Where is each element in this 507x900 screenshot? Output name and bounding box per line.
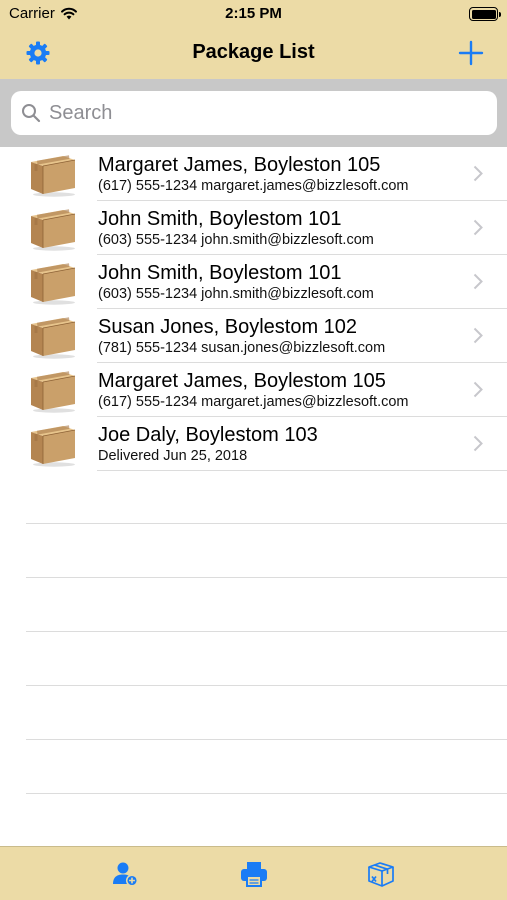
cardboard-box-icon xyxy=(28,367,78,413)
package-subtitle: (617) 555-1234 margaret.james@bizzlesoft… xyxy=(98,394,409,410)
empty-row-divider xyxy=(26,577,507,578)
chevron-right-icon xyxy=(473,435,483,452)
add-recipient-icon xyxy=(113,862,139,887)
package-title: Susan Jones, Boylestom 102 xyxy=(98,316,358,338)
print-button[interactable] xyxy=(238,859,270,889)
plus-icon xyxy=(458,40,484,66)
package-title: John Smith, Boylestom 101 xyxy=(98,262,342,284)
search-field[interactable] xyxy=(11,91,497,135)
package-row[interactable]: Margaret James, Boyleston 105 (617) 555-… xyxy=(0,147,507,201)
package-row[interactable]: John Smith, Boylestom 101 (603) 555-1234… xyxy=(0,201,507,255)
cardboard-box-icon xyxy=(28,205,78,251)
page-title: Package List xyxy=(192,41,315,63)
package-title: Joe Daly, Boylestom 103 xyxy=(98,424,318,446)
package-row[interactable]: Margaret James, Boylestom 105 (617) 555-… xyxy=(0,363,507,417)
cardboard-box-icon xyxy=(28,151,78,197)
empty-row-divider xyxy=(26,739,507,740)
add-package-button[interactable] xyxy=(457,39,485,67)
package-row[interactable]: Joe Daly, Boylestom 103 Delivered Jun 25… xyxy=(0,417,507,471)
chevron-right-icon xyxy=(473,327,483,344)
packages-button[interactable] xyxy=(365,859,397,889)
package-icon xyxy=(368,862,394,887)
empty-row-divider xyxy=(26,631,507,632)
package-title: Margaret James, Boylestom 105 xyxy=(98,370,386,392)
status-bar: Carrier 2:15 PM xyxy=(0,0,507,28)
cardboard-box-icon xyxy=(28,259,78,305)
package-row[interactable]: Susan Jones, Boylestom 102 (781) 555-123… xyxy=(0,309,507,363)
bottom-toolbar xyxy=(0,846,507,900)
battery-icon xyxy=(469,7,501,21)
chevron-right-icon xyxy=(473,381,483,398)
package-title: Margaret James, Boyleston 105 xyxy=(98,154,381,176)
package-subtitle: (603) 555-1234 john.smith@bizzlesoft.com xyxy=(98,232,374,248)
status-time: 2:15 PM xyxy=(225,5,282,22)
row-divider xyxy=(97,470,507,471)
package-subtitle: (603) 555-1234 john.smith@bizzlesoft.com xyxy=(98,286,374,302)
package-subtitle: (781) 555-1234 susan.jones@bizzlesoft.co… xyxy=(98,340,386,356)
chevron-right-icon xyxy=(473,273,483,290)
printer-icon xyxy=(241,862,267,887)
empty-row-divider xyxy=(26,523,507,524)
search-input[interactable] xyxy=(49,101,469,125)
package-subtitle: (617) 555-1234 margaret.james@bizzlesoft… xyxy=(98,178,409,194)
search-icon xyxy=(22,104,41,123)
package-subtitle: Delivered Jun 25, 2018 xyxy=(98,448,248,464)
empty-row-divider xyxy=(26,685,507,686)
empty-row-divider xyxy=(26,793,507,794)
cardboard-box-icon xyxy=(28,421,78,467)
package-row[interactable]: John Smith, Boylestom 101 (603) 555-1234… xyxy=(0,255,507,309)
chevron-right-icon xyxy=(473,219,483,236)
package-title: John Smith, Boylestom 101 xyxy=(98,208,342,230)
navigation-bar: Package List xyxy=(0,28,507,79)
chevron-right-icon xyxy=(473,165,483,182)
cardboard-box-icon xyxy=(28,313,78,359)
search-bar xyxy=(0,79,507,147)
package-list: Margaret James, Boyleston 105 (617) 555-… xyxy=(0,147,507,471)
add-recipient-button[interactable] xyxy=(110,859,142,889)
